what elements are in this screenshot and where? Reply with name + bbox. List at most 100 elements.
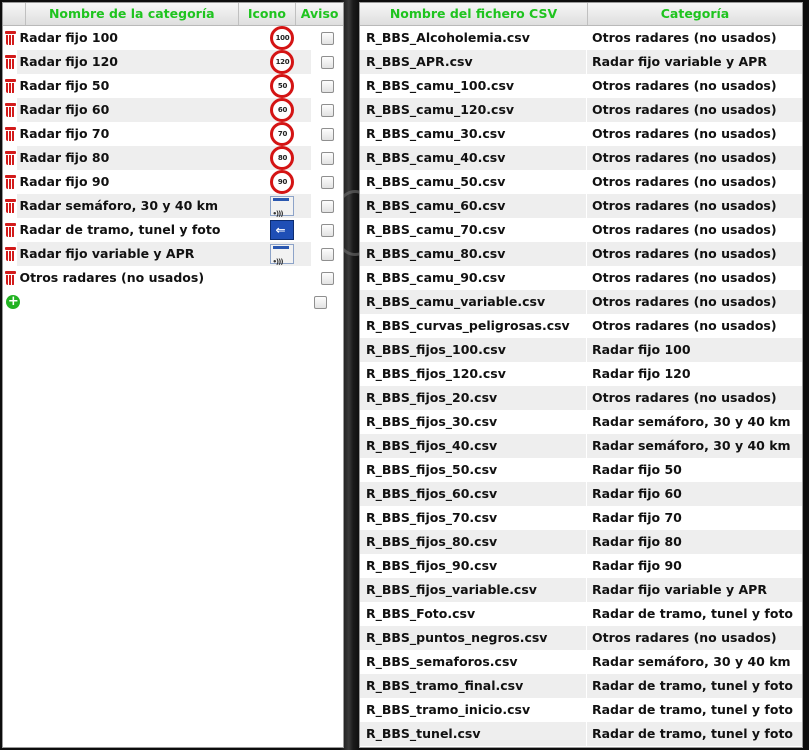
category-name[interactable]: Radar fijo 70 — [17, 122, 253, 146]
category-name[interactable]: Radar fijo variable y APR — [17, 242, 253, 266]
csv-category-select[interactable]: Otros radares (no usados) — [587, 290, 802, 314]
csv-category-select[interactable]: Radar fijo 70 — [587, 506, 802, 530]
csv-category-select[interactable]: Radar fijo 50 — [587, 458, 802, 482]
category-row[interactable]: Radar fijo 80 80 — [3, 146, 343, 170]
csv-row[interactable]: R_BBS_camu_120.csv Otros radares (no usad… — [360, 98, 802, 122]
csv-row[interactable]: R_BBS_camu_variable.csv Otros radares (no… — [360, 290, 802, 314]
csv-row[interactable]: R_BBS_camu_100.csv Otros radares (no usad… — [360, 74, 802, 98]
csv-category-select[interactable]: Otros radares (no usados) — [587, 194, 802, 218]
alert-checkbox[interactable] — [320, 247, 334, 261]
delete-category-button[interactable] — [3, 26, 17, 50]
alert-checkbox[interactable] — [314, 295, 328, 309]
csv-row[interactable]: R_BBS_camu_60.csv Otros radares (no usado… — [360, 194, 802, 218]
csv-row[interactable]: R_BBS_APR.csv Radar fijo variable y APR — [360, 50, 802, 74]
category-icon-cell[interactable]: 60 — [253, 98, 311, 122]
csv-category-select[interactable]: Radar fijo 100 — [587, 338, 802, 362]
header-csv-file-name[interactable]: Nombre del fichero CSV — [360, 3, 587, 25]
csv-row[interactable]: R_BBS_camu_80.csv Otros radares (no usado… — [360, 242, 802, 266]
csv-category-select[interactable]: Radar de tramo, tunel y foto — [587, 698, 802, 722]
csv-row[interactable]: R_BBS_curvas_peligrosas.csv Otros radares… — [360, 314, 802, 338]
csv-category-select[interactable]: Otros radares (no usados) — [587, 122, 802, 146]
category-icon-cell[interactable] — [253, 242, 311, 266]
csv-row[interactable]: R_BBS_fijos_90.csv Radar fijo 90 — [360, 554, 802, 578]
category-row[interactable]: Radar semáforo, 30 y 40 km — [3, 194, 343, 218]
csv-category-select[interactable]: Radar semáforo, 30 y 40 km — [587, 650, 802, 674]
alert-checkbox[interactable] — [320, 271, 334, 285]
category-name[interactable]: Otros radares (no usados) — [17, 266, 253, 290]
delete-category-button[interactable] — [3, 74, 17, 98]
csv-category-select[interactable]: Radar semáforo, 30 y 40 km — [587, 434, 802, 458]
category-icon-cell[interactable]: 90 — [253, 170, 311, 194]
category-row[interactable]: Radar de tramo, tunel y foto — [3, 218, 343, 242]
csv-row[interactable]: R_BBS_semaforos.csv Radar semáforo, 30 y … — [360, 650, 802, 674]
csv-row[interactable]: R_BBS_Foto.csv Radar de tramo, tunel y fo… — [360, 602, 802, 626]
csv-category-select[interactable]: Otros radares (no usados) — [587, 266, 802, 290]
category-icon-cell[interactable] — [253, 218, 311, 242]
category-name[interactable]: Radar de tramo, tunel y foto — [17, 218, 253, 242]
csv-category-select[interactable]: Otros radares (no usados) — [587, 146, 802, 170]
add-category-button[interactable]: + — [3, 290, 24, 314]
csv-category-select[interactable]: Radar de tramo, tunel y foto — [587, 674, 802, 698]
category-row[interactable]: Radar fijo 90 90 — [3, 170, 343, 194]
csv-category-select[interactable]: Radar fijo 120 — [587, 362, 802, 386]
csv-row[interactable]: R_BBS_fijos_20.csv Otros radares (no usad… — [360, 386, 802, 410]
header-icon[interactable]: Icono — [237, 3, 296, 25]
category-row[interactable]: Otros radares (no usados) — [3, 266, 343, 290]
alert-checkbox[interactable] — [320, 199, 334, 213]
delete-category-button[interactable] — [3, 50, 17, 74]
csv-category-select[interactable]: Otros radares (no usados) — [587, 98, 802, 122]
csv-row[interactable]: R_BBS_fijos_80.csv Radar fijo 80 — [360, 530, 802, 554]
category-name[interactable]: Radar semáforo, 30 y 40 km — [17, 194, 253, 218]
category-icon-cell[interactable]: 100 — [253, 26, 311, 50]
csv-row[interactable]: R_BBS_tramo_inicio.csv Radar de tramo, tu… — [360, 698, 802, 722]
alert-checkbox[interactable] — [320, 79, 334, 93]
csv-row[interactable]: R_BBS_tunel.csv Radar de tramo, tunel y f… — [360, 722, 802, 746]
csv-category-select[interactable]: Otros radares (no usados) — [587, 626, 802, 650]
category-icon-cell[interactable] — [253, 194, 311, 218]
csv-category-select[interactable]: Otros radares (no usados) — [587, 314, 802, 338]
category-name[interactable]: Radar fijo 60 — [17, 98, 253, 122]
csv-row[interactable]: R_BBS_fijos_50.csv Radar fijo 50 — [360, 458, 802, 482]
csv-category-select[interactable]: Otros radares (no usados) — [587, 386, 802, 410]
csv-row[interactable]: R_BBS_camu_70.csv Otros radares (no usado… — [360, 218, 802, 242]
csv-category-select[interactable]: Radar fijo 80 — [587, 530, 802, 554]
csv-row[interactable]: R_BBS_fijos_120.csv Radar fijo 120 — [360, 362, 802, 386]
csv-category-select[interactable]: Radar de tramo, tunel y foto — [587, 602, 802, 626]
csv-row[interactable]: R_BBS_fijos_100.csv Radar fijo 100 — [360, 338, 802, 362]
category-name[interactable]: Radar fijo 50 — [17, 74, 253, 98]
alert-checkbox[interactable] — [320, 175, 334, 189]
csv-row[interactable]: R_BBS_tramo_final.csv Radar de tramo, tun… — [360, 674, 802, 698]
delete-category-button[interactable] — [3, 170, 17, 194]
csv-row[interactable]: R_BBS_puntos_negros.csv Otros radares (no… — [360, 626, 802, 650]
delete-category-button[interactable] — [3, 266, 17, 290]
category-icon-cell[interactable]: 120 — [253, 50, 311, 74]
category-icon-cell[interactable]: 80 — [253, 146, 311, 170]
category-row[interactable]: Radar fijo 50 50 — [3, 74, 343, 98]
category-row[interactable]: Radar fijo variable y APR — [3, 242, 343, 266]
csv-category-select[interactable]: Radar fijo 90 — [587, 554, 802, 578]
csv-category-select[interactable]: Radar fijo variable y APR — [587, 50, 802, 74]
alert-checkbox[interactable] — [320, 127, 334, 141]
category-row[interactable]: Radar fijo 70 70 — [3, 122, 343, 146]
delete-category-button[interactable] — [3, 98, 17, 122]
alert-checkbox[interactable] — [320, 55, 334, 69]
csv-row[interactable]: R_BBS_camu_90.csv Otros radares (no usado… — [360, 266, 802, 290]
csv-row[interactable]: R_BBS_camu_40.csv Otros radares (no usado… — [360, 146, 802, 170]
category-name[interactable]: Radar fijo 120 — [17, 50, 253, 74]
csv-category-select[interactable]: Radar semáforo, 30 y 40 km — [587, 410, 802, 434]
category-row[interactable]: Radar fijo 100 100 — [3, 26, 343, 50]
csv-category-select[interactable]: Radar fijo 60 — [587, 482, 802, 506]
csv-row[interactable]: R_BBS_camu_50.csv Otros radares (no usado… — [360, 170, 802, 194]
category-name[interactable]: Radar fijo 80 — [17, 146, 253, 170]
category-row[interactable]: Radar fijo 60 60 — [3, 98, 343, 122]
delete-category-button[interactable] — [3, 122, 17, 146]
category-row[interactable]: Radar fijo 120 120 — [3, 50, 343, 74]
csv-category-select[interactable]: Otros radares (no usados) — [587, 26, 802, 50]
header-category[interactable]: Categoría — [587, 3, 802, 25]
csv-category-select[interactable]: Radar de tramo, tunel y foto — [587, 722, 802, 746]
csv-row[interactable]: R_BBS_fijos_variable.csv Radar fijo varia… — [360, 578, 802, 602]
alert-checkbox[interactable] — [320, 223, 334, 237]
csv-row[interactable]: R_BBS_fijos_70.csv Radar fijo 70 — [360, 506, 802, 530]
category-name[interactable]: Radar fijo 100 — [17, 26, 253, 50]
csv-row[interactable]: R_BBS_fijos_30.csv Radar semáforo, 30 y 4… — [360, 410, 802, 434]
